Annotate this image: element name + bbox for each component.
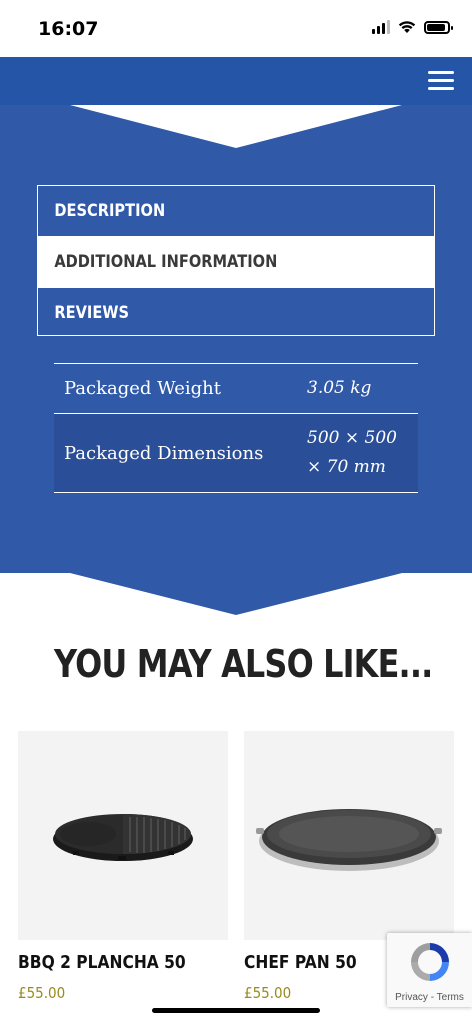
site-header: [0, 57, 472, 105]
product-tabs: DESCRIPTION ADDITIONAL INFORMATION REVIE…: [37, 185, 435, 336]
hamburger-menu-icon[interactable]: [428, 71, 454, 91]
tab-reviews[interactable]: REVIEWS: [38, 288, 433, 338]
wifi-icon: [398, 21, 416, 33]
section-chevron-top: [70, 105, 402, 148]
home-indicator[interactable]: [152, 1008, 320, 1013]
chef-pan-icon: [256, 809, 442, 871]
additional-info-table: Packaged Weight 3.05 kg Packaged Dimensi…: [54, 363, 418, 493]
battery-icon: [424, 20, 453, 34]
info-label: Packaged Weight: [64, 378, 221, 399]
info-label: Packaged Dimensions: [64, 442, 264, 464]
status-bar: 16:07: [0, 0, 472, 57]
table-row: Packaged Weight 3.05 kg: [54, 364, 418, 414]
product-image[interactable]: [18, 731, 228, 940]
product-info-section: [0, 105, 472, 573]
tab-additional-information[interactable]: ADDITIONAL INFORMATION: [38, 237, 434, 287]
table-row: Packaged Dimensions 500 × 500 × 70 mm: [54, 414, 418, 493]
product-name[interactable]: BBQ 2 PLANCHA 50: [18, 952, 199, 973]
product-price: £55.00: [18, 984, 66, 1002]
status-time: 16:07: [38, 18, 99, 40]
related-products-title: YOU MAY ALSO LIKE...: [54, 642, 433, 686]
status-icons: [372, 20, 453, 34]
cellular-signal-icon: [372, 20, 390, 34]
plancha-grill-icon: [53, 814, 193, 861]
info-value: 500 × 500 × 70 mm: [307, 428, 397, 477]
tab-description[interactable]: DESCRIPTION: [38, 186, 433, 236]
recaptcha-links[interactable]: Privacy - Terms: [387, 992, 472, 1003]
info-value: 3.05 kg: [307, 378, 372, 398]
product-card[interactable]: BBQ 2 PLANCHA 50 £55.00: [18, 731, 228, 1002]
product-image[interactable]: [244, 731, 454, 940]
section-chevron-bottom: [0, 572, 472, 615]
recaptcha-logo-icon: [411, 943, 449, 981]
recaptcha-badge[interactable]: Privacy - Terms: [387, 933, 472, 1007]
